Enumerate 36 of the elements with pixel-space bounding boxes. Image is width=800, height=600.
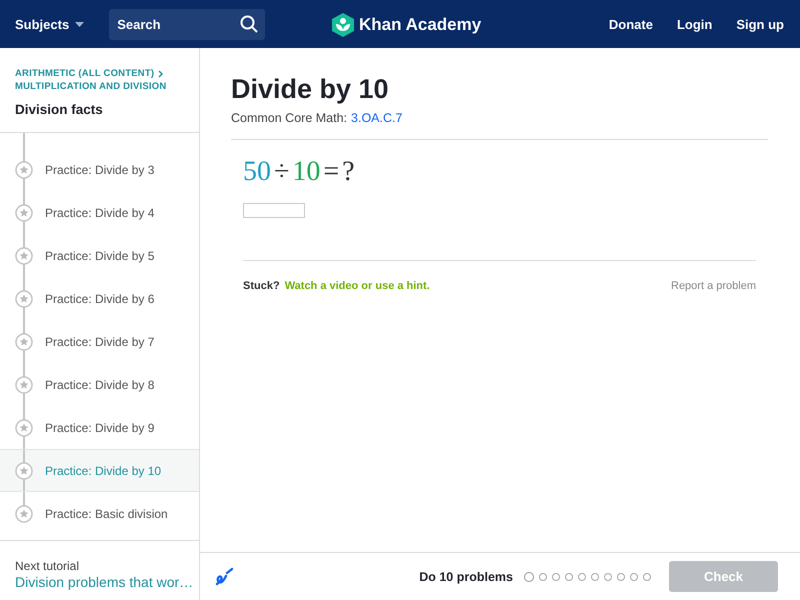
- nav-link[interactable]: Login: [676, 16, 712, 32]
- equation-term: =: [323, 156, 340, 188]
- section-title: Division facts: [15, 102, 104, 117]
- nav-link[interactable]: Sign up: [736, 16, 784, 32]
- sidebar-item[interactable]: Practice: Divide by 9: [0, 406, 199, 449]
- task-label: Do 10 problems: [419, 570, 513, 584]
- search-icon: [240, 14, 258, 32]
- nav-link[interactable]: Donate: [608, 16, 653, 32]
- scratchpad-icon: [214, 566, 234, 586]
- caret-icon: [75, 22, 84, 26]
- logo-icon: [332, 13, 354, 37]
- breadcrumb-link[interactable]: ARITHMETIC (ALL CONTENT): [15, 67, 154, 80]
- sidebar-item[interactable]: Practice: Divide by 7: [0, 320, 199, 363]
- standard-label: Common Core Math:: [231, 111, 348, 125]
- chevron-icon: [158, 70, 164, 78]
- sidebar-item[interactable]: Practice: Basic division: [0, 492, 199, 535]
- breadcrumb-link[interactable]: MULTIPLICATION AND DIVISION: [15, 80, 166, 93]
- sidebar-item[interactable]: Practice: Divide by 3: [0, 148, 199, 191]
- sidebar-item[interactable]: Practice: Divide by 5: [0, 234, 199, 277]
- logo-text[interactable]: Khan Academy: [359, 15, 482, 35]
- sidebar-item[interactable]: Practice: Divide by 8: [0, 363, 199, 406]
- exercise-title: Divide by 10: [231, 73, 390, 105]
- next-tutorial-label: Next tutorial: [15, 559, 80, 573]
- equation-term: ÷: [274, 156, 290, 188]
- report-link[interactable]: Report a problem: [671, 280, 756, 292]
- stuck-label: Stuck?: [243, 280, 280, 292]
- equation-term: 50: [243, 156, 271, 188]
- equation-term: 10: [292, 156, 320, 188]
- standard-link[interactable]: 3.OA.C.7: [351, 111, 402, 125]
- sidebar-item[interactable]: Practice: Divide by 6: [0, 277, 199, 320]
- subjects-menu[interactable]: Subjects: [15, 16, 84, 32]
- answer-field[interactable]: [243, 203, 305, 218]
- equation-term: ?: [342, 156, 355, 188]
- sidebar-item[interactable]: Practice: Divide by 4: [0, 191, 199, 234]
- next-tutorial-link[interactable]: Division problems that wor…: [15, 574, 189, 590]
- search-field[interactable]: Search: [109, 8, 266, 40]
